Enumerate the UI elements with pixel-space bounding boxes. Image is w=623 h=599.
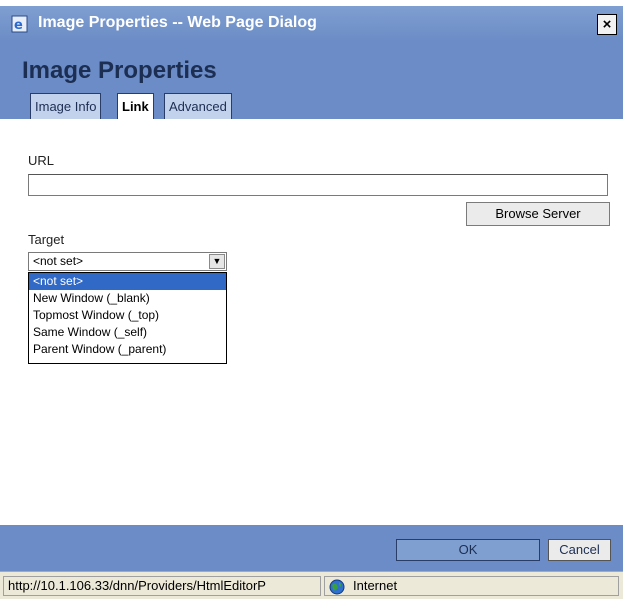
security-zone: Internet bbox=[324, 576, 619, 596]
target-select[interactable]: <not set> ▼ bbox=[28, 252, 227, 271]
dialog-window: e Image Properties -- Web Page Dialog × … bbox=[0, 0, 623, 599]
url-label: URL bbox=[28, 153, 55, 168]
title-bar[interactable]: e Image Properties -- Web Page Dialog × bbox=[0, 6, 623, 41]
tab-image-info[interactable]: Image Info bbox=[30, 93, 102, 120]
target-option-not-set[interactable]: <not set> bbox=[29, 273, 226, 290]
target-dropdown-list: <not set> New Window (_blank) Topmost Wi… bbox=[28, 272, 227, 364]
cancel-button[interactable]: Cancel bbox=[548, 539, 611, 561]
dialog-header: Image Properties Image Info Link Advance… bbox=[0, 41, 623, 121]
status-url: http://10.1.106.33/dnn/Providers/HtmlEdi… bbox=[3, 576, 321, 596]
target-option-self[interactable]: Same Window (_self) bbox=[29, 324, 226, 341]
chevron-down-icon[interactable]: ▼ bbox=[209, 254, 225, 269]
close-icon[interactable]: × bbox=[603, 16, 612, 33]
target-label: Target bbox=[28, 232, 65, 247]
target-option-top[interactable]: Topmost Window (_top) bbox=[29, 307, 226, 324]
zone-label: Internet bbox=[353, 578, 398, 593]
ie-icon: e bbox=[11, 13, 29, 33]
target-option-blank[interactable]: New Window (_blank) bbox=[29, 290, 226, 307]
browse-server-button[interactable]: Browse Server bbox=[466, 202, 610, 226]
window-title: Image Properties -- Web Page Dialog bbox=[38, 14, 317, 31]
ok-button[interactable]: OK bbox=[396, 539, 540, 561]
target-select-value: <not set> bbox=[33, 254, 84, 268]
dialog-heading: Image Properties bbox=[22, 57, 217, 84]
globe-icon bbox=[329, 579, 345, 595]
url-input[interactable] bbox=[28, 174, 608, 196]
target-option-parent[interactable]: Parent Window (_parent) bbox=[29, 341, 226, 358]
dialog-footer: OK Cancel bbox=[0, 525, 623, 571]
tab-advanced[interactable]: Advanced bbox=[164, 93, 232, 120]
tab-link[interactable]: Link bbox=[117, 93, 154, 121]
close-button[interactable]: × bbox=[597, 14, 617, 35]
status-bar: http://10.1.106.33/dnn/Providers/HtmlEdi… bbox=[0, 571, 623, 599]
tab-content-link: URL Browse Server Target <not set> ▼ <no… bbox=[0, 119, 623, 525]
svg-text:e: e bbox=[14, 18, 23, 33]
